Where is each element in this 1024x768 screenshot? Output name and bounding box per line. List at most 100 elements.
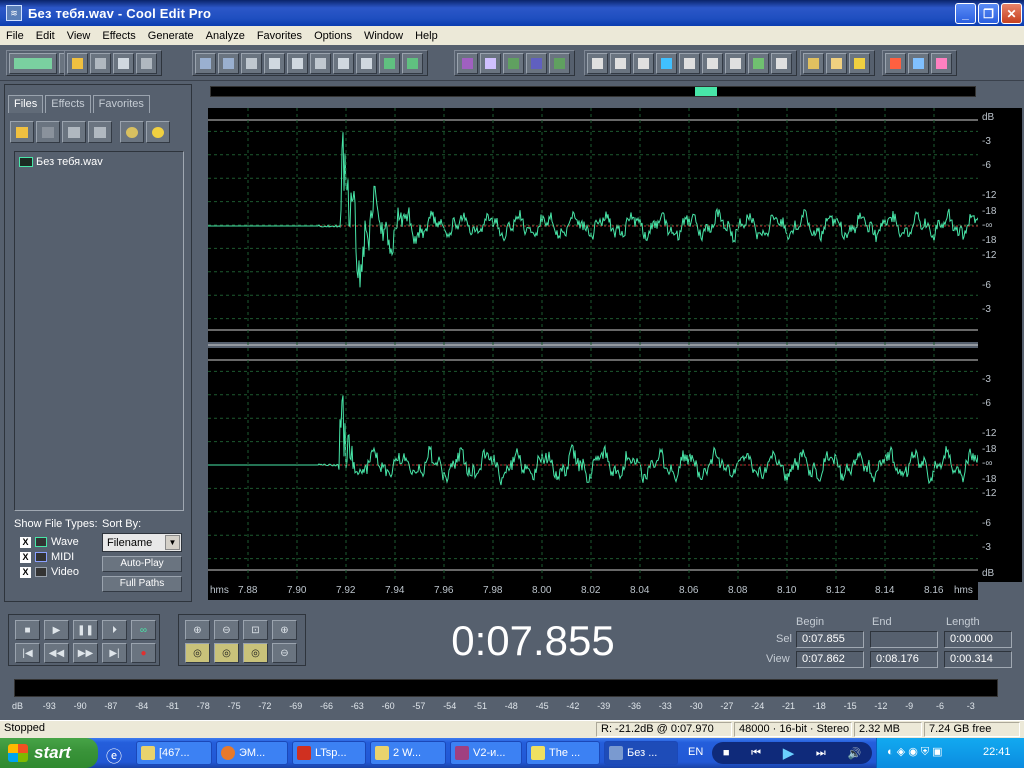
save-all-button[interactable] — [136, 53, 157, 74]
ie-icon[interactable]: ⓔ — [106, 743, 128, 766]
sel-end-field[interactable] — [870, 631, 938, 648]
menu-file[interactable]: File — [0, 30, 30, 42]
media-next-icon[interactable]: ⏭ — [816, 747, 826, 760]
zoom-in-vertical-button[interactable]: ⊕ — [272, 620, 297, 640]
zoom-out-button[interactable]: ⊖ — [214, 620, 239, 640]
settings-button[interactable] — [803, 53, 824, 74]
media-prev-icon[interactable]: ⏮ — [751, 747, 761, 760]
waveform-view-button[interactable] — [587, 53, 608, 74]
list-item[interactable]: Без тебя.wav — [19, 156, 103, 168]
normalize-button[interactable] — [503, 53, 524, 74]
zoom-out-vertical-button[interactable]: ⊖ — [272, 643, 297, 663]
menu-effects[interactable]: Effects — [96, 30, 141, 42]
snap-button[interactable] — [633, 53, 654, 74]
sel-begin-field[interactable]: 0:07.855 — [796, 631, 864, 648]
view-length-field[interactable]: 0:00.314 — [944, 651, 1012, 668]
checkbox-wave[interactable]: X Wave — [14, 536, 98, 548]
task-467[interactable]: [467... — [136, 741, 212, 765]
stop-button[interactable]: ■ — [15, 620, 40, 640]
app-icon[interactable]: ≋ — [6, 5, 22, 21]
menu-help[interactable]: Help — [409, 30, 444, 42]
spectral-button[interactable] — [549, 53, 570, 74]
task-windows-group[interactable]: 2 W... — [370, 741, 446, 765]
spectral-view-button[interactable] — [610, 53, 631, 74]
go-start-button[interactable]: |◀ — [15, 643, 40, 663]
fade-button[interactable] — [480, 53, 501, 74]
file-list[interactable]: Без тебя.wav — [14, 151, 184, 511]
phase-button[interactable] — [931, 53, 952, 74]
task-firefox[interactable]: ЭМ... — [216, 741, 288, 765]
cue-button[interactable] — [656, 53, 677, 74]
trim-button[interactable] — [402, 53, 423, 74]
redo-button[interactable] — [218, 53, 239, 74]
scripts-button[interactable] — [826, 53, 847, 74]
overview-bar[interactable] — [210, 86, 976, 97]
open-button[interactable] — [67, 53, 88, 74]
checkbox-midi[interactable]: X MIDI — [14, 551, 98, 563]
undo-button[interactable] — [195, 53, 216, 74]
play-button[interactable]: ▶ — [44, 620, 69, 640]
paste-button[interactable] — [333, 53, 354, 74]
full-paths-button[interactable]: Full Paths — [102, 576, 182, 592]
rulers-button[interactable] — [748, 53, 769, 74]
media-volume-icon[interactable]: 🔊 — [847, 747, 861, 760]
paste-new-button[interactable] — [356, 53, 377, 74]
open-file-button[interactable] — [10, 121, 34, 143]
close-button[interactable]: ✕ — [1001, 3, 1022, 24]
frames-button[interactable] — [725, 53, 746, 74]
level-meter-bar[interactable] — [14, 679, 998, 697]
copy-new-button[interactable] — [287, 53, 308, 74]
loop-button[interactable]: ∞ — [131, 620, 156, 640]
zoom-full-button[interactable]: ⊡ — [243, 620, 268, 640]
language-indicator[interactable]: EN — [688, 746, 703, 758]
save-button[interactable] — [113, 53, 134, 74]
view-marker[interactable] — [695, 87, 717, 96]
time-format-button[interactable] — [702, 53, 723, 74]
waveform-display[interactable] — [208, 108, 978, 582]
menu-generate[interactable]: Generate — [142, 30, 200, 42]
checkbox-video[interactable]: X Video — [14, 566, 98, 578]
record-button[interactable]: ● — [131, 643, 156, 663]
play-to-end-button[interactable]: ⏵ — [102, 620, 127, 640]
pause-button[interactable]: ❚❚ — [73, 620, 98, 640]
sel-length-field[interactable]: 0:00.000 — [944, 631, 1012, 648]
cut-button[interactable] — [310, 53, 331, 74]
menu-view[interactable]: View — [61, 30, 97, 42]
close-file-button[interactable] — [36, 121, 60, 143]
start-button[interactable]: start — [0, 738, 98, 768]
insert-multitrack-button[interactable] — [62, 121, 86, 143]
minimize-button[interactable]: _ — [955, 3, 976, 24]
chevron-down-icon[interactable]: ▼ — [165, 535, 180, 550]
task-v2[interactable]: V2-и... — [450, 741, 522, 765]
sort-select[interactable]: Filename ▼ — [102, 533, 182, 552]
help-button[interactable] — [849, 53, 870, 74]
tab-favorites[interactable]: Favorites — [92, 95, 150, 113]
play-list-button[interactable] — [679, 53, 700, 74]
copy-button[interactable] — [264, 53, 285, 74]
zoom-right-button[interactable]: ◎ — [214, 643, 239, 663]
noise-button[interactable] — [526, 53, 547, 74]
multitrack-toggle-button[interactable] — [9, 53, 57, 74]
maximize-button[interactable]: ❐ — [978, 3, 999, 24]
auto-play-button[interactable]: Auto-Play — [102, 556, 182, 572]
envelope-button[interactable] — [457, 53, 478, 74]
tab-effects[interactable]: Effects — [45, 95, 91, 113]
task-cool-edit[interactable]: Без ... — [604, 741, 678, 765]
task-the[interactable]: The ... — [526, 741, 600, 765]
zoom-left-button[interactable]: ◎ — [185, 643, 210, 663]
tab-files[interactable]: Files — [8, 95, 44, 113]
task-ltspice[interactable]: LTsp... — [292, 741, 366, 765]
menu-window[interactable]: Window — [358, 30, 409, 42]
mix-paste-button[interactable] — [379, 53, 400, 74]
close-file-button[interactable] — [90, 53, 111, 74]
menu-favorites[interactable]: Favorites — [251, 30, 308, 42]
go-end-button[interactable]: ▶| — [102, 643, 127, 663]
menu-analyze[interactable]: Analyze — [200, 30, 251, 42]
file-settings-button[interactable] — [120, 121, 144, 143]
rewind-button[interactable]: ◀◀ — [44, 643, 69, 663]
view-end-field[interactable]: 0:08.176 — [870, 651, 938, 668]
tray-icons[interactable]: ◐ ◈ ◉ ⛨ ▣ — [887, 745, 943, 759]
view-begin-field[interactable]: 0:07.862 — [796, 651, 864, 668]
zoom-in-button[interactable]: ⊕ — [185, 620, 210, 640]
edit-file-button[interactable] — [88, 121, 112, 143]
